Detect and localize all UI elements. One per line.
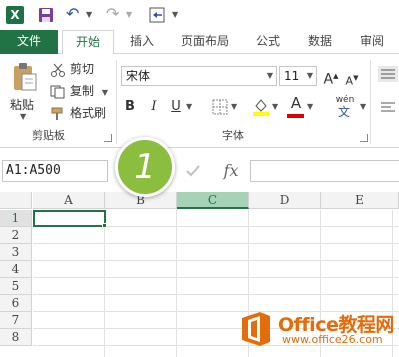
column-header-selected[interactable]: C	[177, 192, 249, 209]
column-header[interactable]: A	[33, 192, 105, 209]
chevron-down-icon: ▼	[266, 71, 273, 80]
format-painter-icon	[50, 107, 66, 121]
grow-font-button[interactable]: A▲	[322, 67, 340, 88]
redo-dropdown-icon[interactable]: ▼	[126, 6, 136, 24]
column-header[interactable]: D	[249, 192, 321, 209]
font-launcher-icon[interactable]	[360, 134, 368, 142]
font-name-value: 宋体	[126, 69, 151, 83]
fill-color-dropdown-icon[interactable]: ▼	[272, 98, 278, 116]
tab-insert[interactable]: 插入	[120, 30, 164, 54]
excel-logo-icon: X	[6, 6, 24, 24]
redo-icon[interactable]: ↷	[106, 6, 122, 24]
row-header[interactable]: 4	[0, 261, 32, 278]
font-size-value: 11	[284, 69, 300, 83]
underline-dropdown-icon[interactable]: ▼	[186, 98, 192, 116]
row-header[interactable]: 7	[0, 312, 32, 329]
align-top-icon[interactable]	[378, 66, 398, 82]
shrink-font-glyph: A	[345, 74, 354, 88]
formula-bar: A1:A500 fx	[0, 154, 399, 188]
phonetic-glyph: wén	[335, 95, 355, 105]
font-group-label: 字体	[222, 129, 244, 142]
clipboard-group-label: 剪贴板	[32, 129, 65, 142]
cut-label: 剪切	[70, 62, 95, 76]
select-all-corner[interactable]	[0, 192, 32, 209]
format-painter-button[interactable]: 格式刷	[50, 104, 106, 122]
scissors-icon	[50, 63, 66, 77]
clipboard-launcher-icon[interactable]	[104, 134, 112, 142]
fill-color-icon[interactable]	[252, 96, 270, 116]
fx-icon[interactable]: fx	[216, 160, 246, 182]
step-callout-badge: 1	[115, 137, 175, 197]
watermark: Office教程网 www.office26.com	[232, 300, 399, 357]
font-color-glyph: A	[290, 94, 302, 112]
font-name-select[interactable]: 宋体 ▼	[121, 66, 277, 86]
borders-dropdown-icon[interactable]: ▼	[231, 98, 237, 116]
phonetic-icon: 文	[337, 105, 350, 119]
row-header[interactable]: 6	[0, 295, 32, 312]
tab-data[interactable]: 数据	[298, 30, 342, 54]
underline-button[interactable]: U	[168, 98, 184, 116]
row-header[interactable]: 1	[0, 210, 32, 227]
tab-formulas[interactable]: 公式	[246, 30, 290, 54]
align-left-icon[interactable]	[378, 100, 398, 114]
watermark-url: www.office26.com	[282, 333, 383, 346]
copy-icon	[50, 85, 66, 99]
quick-access-toolbar: X ↶ ▼ ↷ ▼ ▼	[0, 0, 399, 30]
check-icon[interactable]	[184, 162, 202, 180]
row-header[interactable]: 2	[0, 227, 32, 244]
tab-home[interactable]: 开始	[62, 30, 114, 55]
paste-icon[interactable]	[12, 62, 38, 92]
copy-button[interactable]: 复制 ▼	[50, 82, 108, 100]
tab-file[interactable]: 文件	[0, 30, 58, 54]
borders-icon[interactable]	[212, 99, 228, 115]
group-separator	[370, 60, 371, 144]
paste-button-label[interactable]: 粘贴	[10, 96, 34, 113]
shrink-font-button[interactable]: A▼	[344, 69, 360, 88]
font-color-dropdown-icon[interactable]: ▼	[307, 98, 313, 116]
customize-qat-icon[interactable]: ▼	[172, 6, 182, 24]
chevron-down-icon: ▼	[306, 71, 313, 80]
formula-buttons: fx	[176, 160, 248, 182]
qat-extra-icon[interactable]	[148, 6, 166, 24]
row-header[interactable]: 8	[0, 329, 32, 346]
name-box[interactable]: A1:A500	[2, 160, 108, 182]
tab-page-layout[interactable]: 页面布局	[172, 30, 238, 54]
copy-label: 复制	[70, 84, 95, 98]
cut-button[interactable]: 剪切	[50, 60, 94, 78]
font-size-select[interactable]: 11 ▼	[279, 66, 317, 86]
ribbon-home: 粘贴 ▼ 剪切 复制 ▼ 格式刷 剪贴板 宋体 ▼ 11 ▼ A▲ A▼ B I…	[0, 54, 399, 148]
group-separator	[116, 60, 117, 144]
tab-review[interactable]: 审阅	[350, 30, 394, 54]
paste-dropdown-icon[interactable]: ▼	[20, 112, 26, 121]
row-header[interactable]: 3	[0, 244, 32, 261]
phonetic-dropdown-icon[interactable]: ▼	[360, 98, 366, 116]
copy-dropdown-icon[interactable]: ▼	[102, 88, 108, 97]
fill-handle[interactable]	[102, 223, 107, 228]
font-color-swatch	[287, 114, 304, 118]
italic-button[interactable]: I	[146, 98, 162, 116]
undo-dropdown-icon[interactable]: ▼	[86, 6, 96, 24]
active-cell[interactable]	[33, 210, 106, 227]
row-header[interactable]: 5	[0, 278, 32, 295]
ribbon-tabs: 文件 开始 插入 页面布局 公式 数据 审阅	[0, 30, 399, 55]
undo-icon[interactable]: ↶	[66, 6, 82, 24]
formula-input[interactable]	[250, 160, 399, 182]
save-icon[interactable]	[38, 6, 54, 24]
column-header[interactable]: E	[321, 192, 399, 209]
grow-font-glyph: A	[323, 71, 334, 88]
bold-button[interactable]: B	[122, 98, 138, 116]
font-color-button[interactable]: A	[288, 94, 304, 112]
format-painter-label: 格式刷	[70, 106, 107, 120]
office-logo-icon	[242, 312, 270, 346]
